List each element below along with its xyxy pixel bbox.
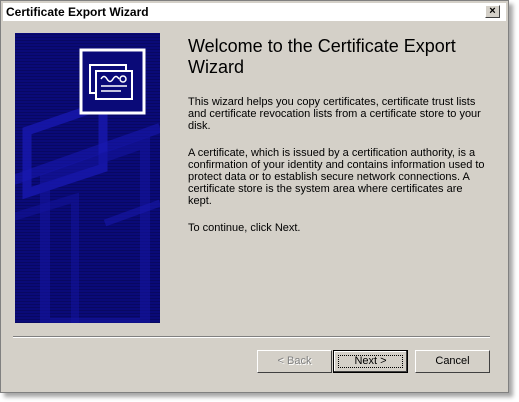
close-button[interactable]: ×: [485, 5, 500, 18]
next-button[interactable]: Next >: [333, 350, 408, 373]
continue-paragraph: To continue, click Next.: [188, 222, 301, 234]
wizard-banner: [15, 33, 160, 323]
window-title: Certificate Export Wizard: [6, 5, 149, 19]
banner-art: [15, 48, 160, 323]
page-title: Welcome to the Certificate Export Wizard: [188, 36, 456, 77]
back-button[interactable]: < Back: [257, 350, 332, 373]
certificate-icon: [79, 48, 146, 115]
intro-paragraph: This wizard helps you copy certificates,…: [188, 96, 481, 132]
close-icon: ×: [489, 5, 496, 17]
footer-divider: [13, 336, 490, 338]
title-bar[interactable]: Certificate Export Wizard ×: [3, 3, 506, 21]
back-button-label: < Back: [277, 355, 312, 367]
cancel-button[interactable]: Cancel: [415, 350, 490, 373]
cancel-button-label: Cancel: [435, 355, 470, 367]
definition-paragraph: A certificate, which is issued by a cert…: [188, 147, 485, 207]
wizard-window: Certificate Export Wizard × Welcome to t…: [0, 0, 509, 393]
next-button-label: Next >: [354, 355, 387, 367]
